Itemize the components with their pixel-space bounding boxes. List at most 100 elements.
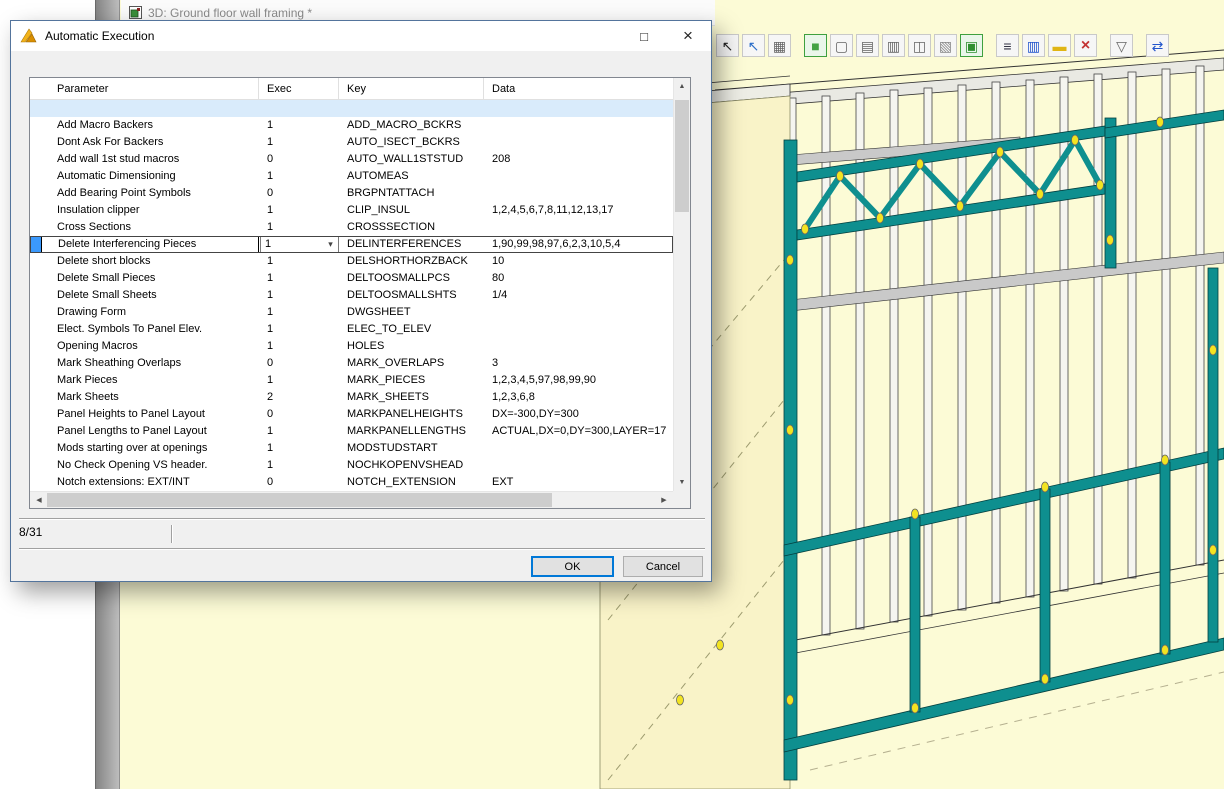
cell [30, 423, 41, 440]
cell: Delete Interferencing Pieces [41, 236, 259, 253]
cell: 1 [259, 219, 339, 236]
cell: 2 [259, 389, 339, 406]
column-header-key[interactable]: Key [339, 78, 484, 99]
cell [30, 219, 41, 236]
cell: 1 [259, 440, 339, 457]
cell: Delete Small Pieces [41, 270, 259, 287]
scroll-right-icon[interactable]: ▶ [656, 492, 672, 507]
table-row[interactable]: Cross Sections1CROSSSECTION [30, 219, 673, 236]
panel-layout-icon[interactable]: ▥ [1022, 34, 1045, 57]
cell: ELEC_TO_ELEV [339, 321, 484, 338]
scroll-down-icon[interactable]: ▼ [674, 475, 690, 490]
cell: 1 [259, 117, 339, 134]
cell: 0 [259, 474, 339, 491]
table-row[interactable]: Mark Sheathing Overlaps0MARK_OVERLAPS3 [30, 355, 673, 372]
cell [30, 389, 41, 406]
delete-red-icon[interactable]: × [1074, 34, 1097, 57]
eraser-icon[interactable]: ▬ [1048, 34, 1071, 57]
cell: AUTOMEAS [339, 168, 484, 185]
cell: DELSHORTHORZBACK [339, 253, 484, 270]
table-row-empty[interactable] [30, 100, 673, 117]
table-row[interactable]: Add Bearing Point Symbols0BRGPNTATTACH [30, 185, 673, 202]
cell: MARK_OVERLAPS [339, 355, 484, 372]
cell [30, 440, 41, 457]
cell [484, 457, 673, 474]
status-divider [171, 525, 173, 543]
exec-combobox[interactable]: 1▾ [260, 236, 339, 253]
table-row[interactable]: Mark Pieces1MARK_PIECES1,2,3,4,5,97,98,9… [30, 372, 673, 389]
table-row[interactable]: Add wall 1st stud macros0AUTO_WALL1STSTU… [30, 151, 673, 168]
horizontal-scroll-thumb[interactable] [47, 493, 552, 507]
vertical-scroll-thumb[interactable] [675, 100, 689, 212]
filter-icon[interactable]: ▽ [1110, 34, 1133, 57]
cell: 208 [484, 151, 673, 168]
cell: 1 [259, 372, 339, 389]
highlight-model-icon[interactable]: ▣ [960, 34, 983, 57]
hidden-line-icon[interactable]: ▤ [856, 34, 879, 57]
solid-view-icon[interactable]: ▧ [934, 34, 957, 57]
vertical-scrollbar[interactable]: ▲ ▼ [673, 78, 690, 491]
table-row[interactable]: Delete short blocks1DELSHORTHORZBACK10 [30, 253, 673, 270]
cell [30, 253, 41, 270]
close-button-icon[interactable]: × [666, 21, 710, 51]
column-header-exec[interactable]: Exec [259, 78, 339, 99]
cell: Cross Sections [41, 219, 259, 236]
row-count-status: 8/31 [19, 525, 42, 539]
table-row[interactable]: Mark Sheets2MARK_SHEETS1,2,3,6,8 [30, 389, 673, 406]
horizontal-scrollbar[interactable]: ◀ ▶ [30, 491, 673, 508]
wireframe-model-icon[interactable]: ▢ [830, 34, 853, 57]
cell: Panel Lengths to Panel Layout [41, 423, 259, 440]
app-logo-icon [20, 28, 37, 44]
scroll-up-icon[interactable]: ▲ [674, 79, 690, 94]
cell: 10 [484, 253, 673, 270]
cell: AUTO_WALL1STSTUD [339, 151, 484, 168]
ok-button[interactable]: OK [531, 556, 614, 577]
cell: Panel Heights to Panel Layout [41, 406, 259, 423]
cell [30, 406, 41, 423]
box-view-icon[interactable]: ◫ [908, 34, 931, 57]
panel-view-icon[interactable]: ▥ [882, 34, 905, 57]
cell: 1,2,3,4,5,97,98,99,90 [484, 372, 673, 389]
shaded-model-icon[interactable]: ■ [804, 34, 827, 57]
table-row[interactable]: Panel Lengths to Panel Layout1MARKPANELL… [30, 423, 673, 440]
table-row[interactable]: Elect. Symbols To Panel Elev.1ELEC_TO_EL… [30, 321, 673, 338]
cell: 0 [259, 406, 339, 423]
cell [484, 321, 673, 338]
cell: Opening Macros [41, 338, 259, 355]
quick-select-cursor-icon[interactable]: ↖ [742, 34, 765, 57]
column-header-data[interactable]: Data [484, 78, 673, 99]
model-tab-icon [129, 6, 142, 19]
cell: HOLES [339, 338, 484, 355]
table-row[interactable]: Dont Ask For Backers1AUTO_ISECT_BCKRS [30, 134, 673, 151]
table-header: Parameter Exec Key Data [30, 78, 673, 100]
cell: 1 [259, 168, 339, 185]
table-row[interactable]: Notch extensions: EXT/INT0NOTCH_EXTENSIO… [30, 474, 673, 491]
table-row[interactable]: No Check Opening VS header.1NOCHKOPENVSH… [30, 457, 673, 474]
swap-view-icon[interactable]: ⇄ [1146, 34, 1169, 57]
scroll-left-icon[interactable]: ◀ [31, 492, 47, 507]
maximize-button-icon[interactable]: □ [622, 21, 666, 51]
cell: 0 [259, 151, 339, 168]
table-row[interactable]: Add Macro Backers1ADD_MACRO_BCKRS [30, 117, 673, 134]
dialog-titlebar[interactable]: Automatic Execution □ × [11, 21, 711, 51]
select-cursor-icon[interactable]: ↖ [716, 34, 739, 57]
cell: Notch extensions: EXT/INT [41, 474, 259, 491]
table-row[interactable]: Opening Macros1HOLES [30, 338, 673, 355]
cancel-button[interactable]: Cancel [623, 556, 703, 577]
table-row[interactable]: Drawing Form1DWGSHEET [30, 304, 673, 321]
cell [30, 338, 41, 355]
table-row[interactable]: Insulation clipper1CLIP_INSUL1,2,4,5,6,7… [30, 202, 673, 219]
table-row[interactable]: Delete Small Pieces1DELTOOSMALLPCS80 [30, 270, 673, 287]
table-row[interactable]: Delete Interferencing Pieces1▾DELINTERFE… [30, 236, 673, 253]
area-select-icon[interactable]: ▦ [768, 34, 791, 57]
part-list-icon[interactable]: ≡ [996, 34, 1019, 57]
table-row[interactable]: Panel Heights to Panel Layout0MARKPANELH… [30, 406, 673, 423]
dialog-title: Automatic Execution [45, 29, 154, 43]
table-row[interactable]: Mods starting over at openings1MODSTUDST… [30, 440, 673, 457]
cell: MARK_PIECES [339, 372, 484, 389]
table-row[interactable]: Automatic Dimensioning1AUTOMEAS [30, 168, 673, 185]
combo-chevron-icon[interactable]: ▾ [323, 237, 338, 252]
column-header-parameter[interactable]: Parameter [30, 78, 259, 99]
table-row[interactable]: Delete Small Sheets1DELTOOSMALLSHTS1/4 [30, 287, 673, 304]
cell: 0 [259, 185, 339, 202]
